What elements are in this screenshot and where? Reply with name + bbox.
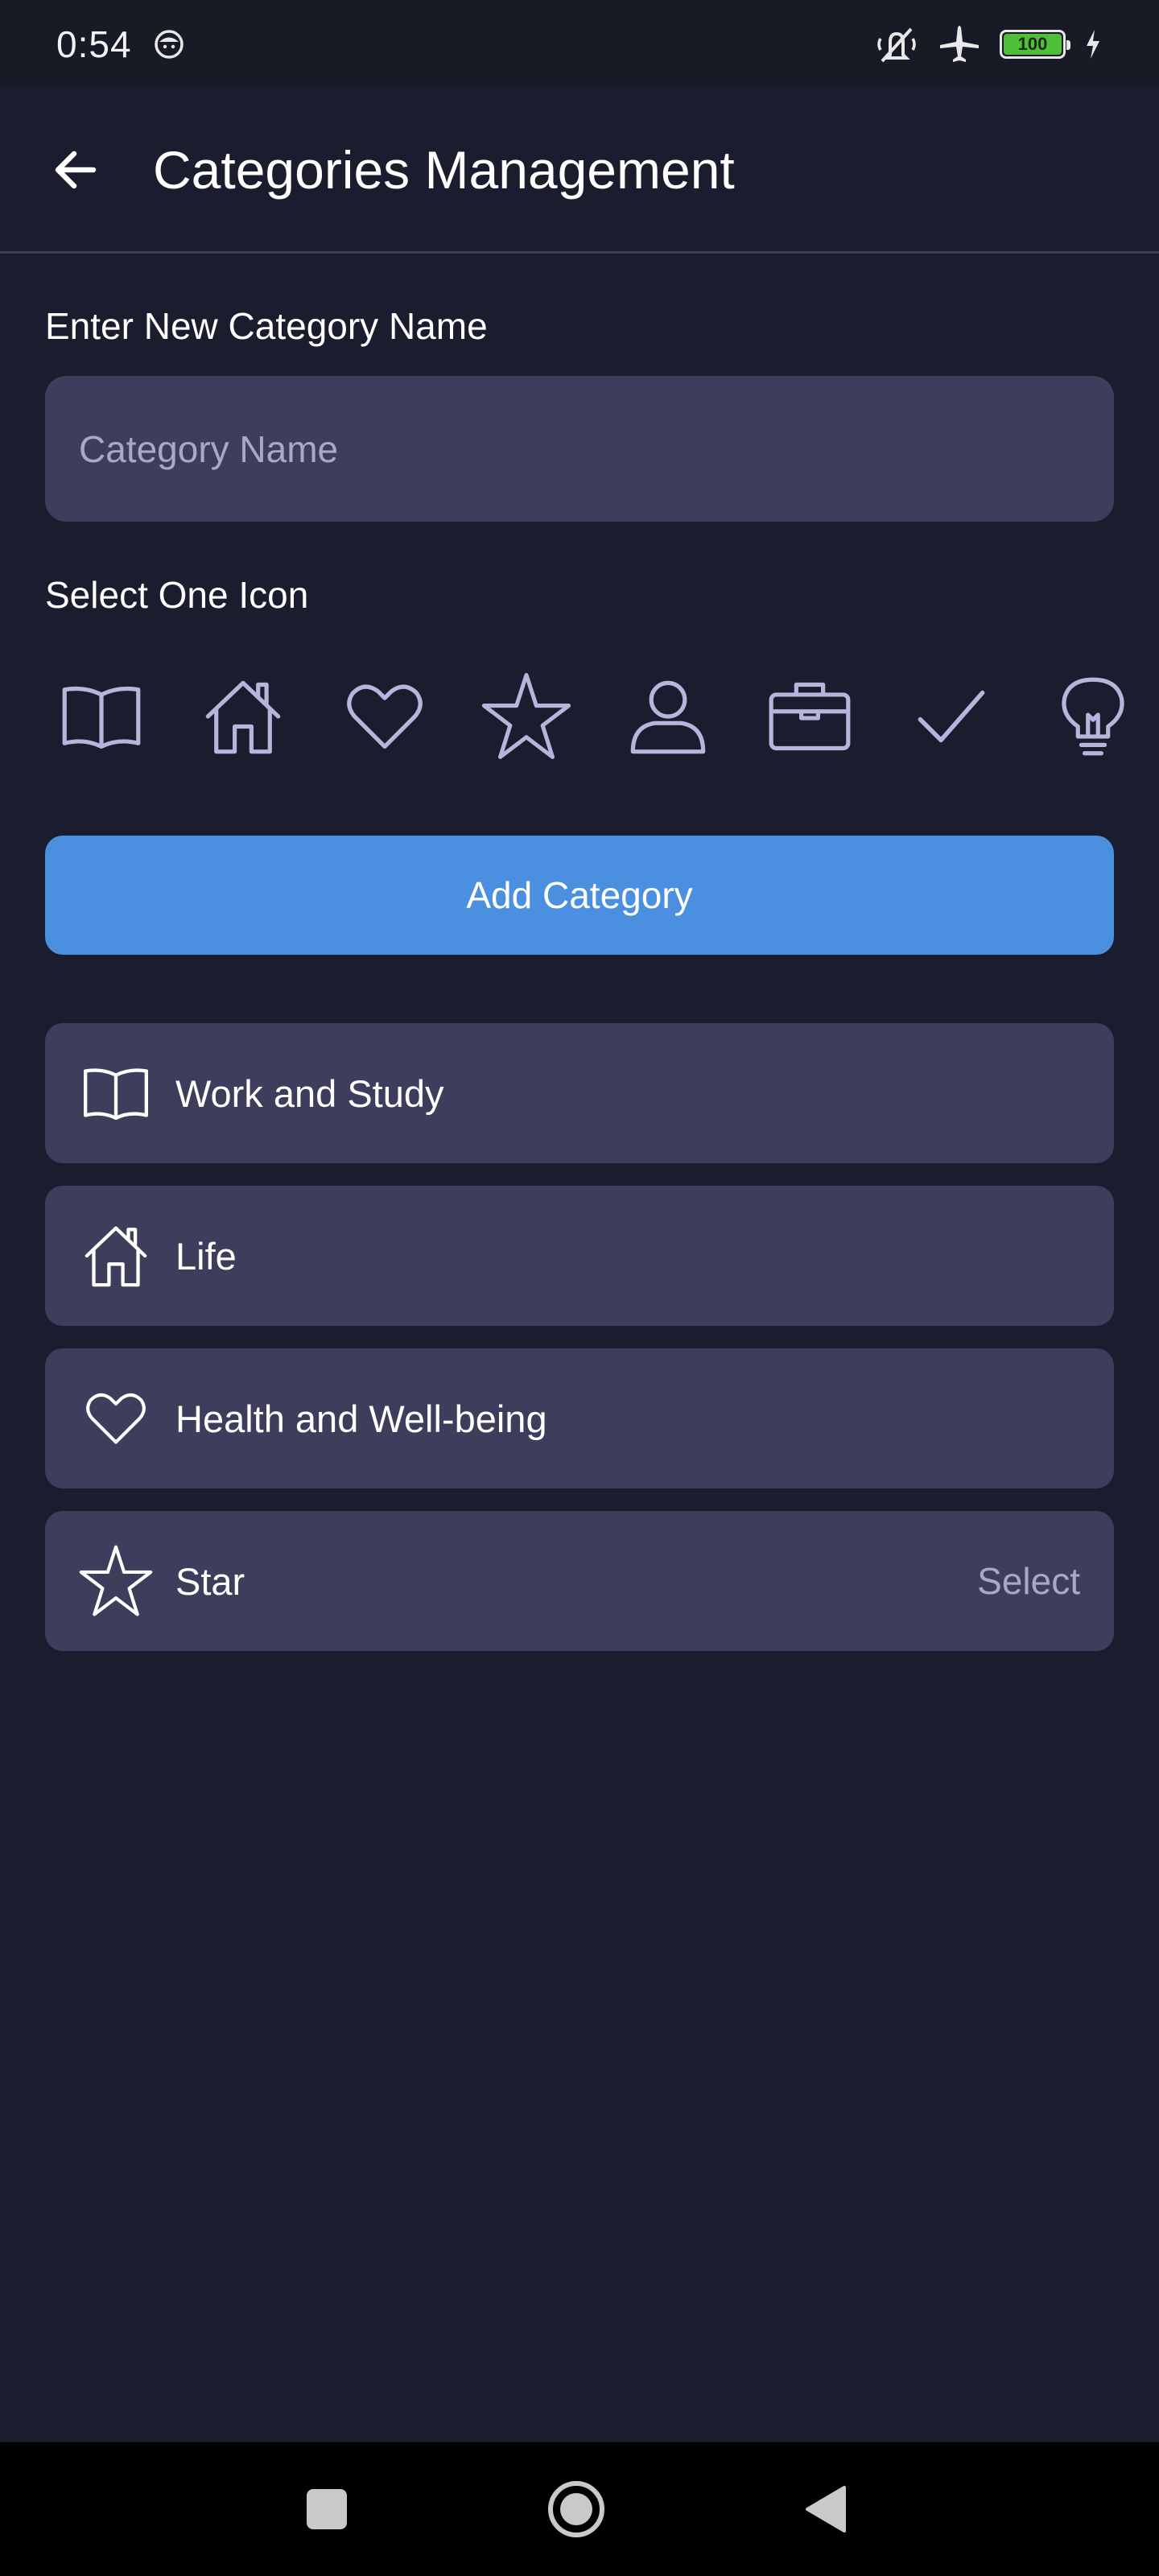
icon-option-heart[interactable]: [328, 660, 441, 773]
category-label: Work and Study: [175, 1071, 444, 1115]
icon-option-check[interactable]: [895, 660, 1008, 773]
status-icons: 100: [874, 24, 1103, 64]
home-icon: [76, 1216, 156, 1296]
icon-option-briefcase[interactable]: [753, 660, 866, 773]
home-circle-icon: [548, 2481, 604, 2537]
system-nav-bar: [0, 2442, 1159, 2576]
heart-icon: [76, 1378, 156, 1459]
category-label: Star: [175, 1559, 245, 1603]
icon-selector: [45, 660, 1159, 773]
battery-icon: 100: [1000, 30, 1070, 59]
category-label: Life: [175, 1234, 237, 1278]
briefcase-icon: [769, 682, 851, 751]
icon-option-star[interactable]: [470, 660, 583, 773]
home-icon: [205, 680, 281, 754]
icon-option-book[interactable]: [45, 660, 158, 773]
mute-icon: [877, 27, 916, 63]
status-time: 0:54: [56, 23, 132, 65]
person-icon: [630, 680, 706, 754]
check-icon: [918, 690, 985, 743]
home-button[interactable]: [536, 2469, 617, 2549]
arrow-left-icon: [55, 151, 97, 189]
page-title: Categories Management: [153, 140, 735, 200]
face-notification-icon: [154, 30, 184, 59]
category-item-work-and-study[interactable]: Work and Study: [45, 1023, 1114, 1163]
icon-option-home[interactable]: [187, 660, 299, 773]
star-icon: [481, 672, 571, 759]
icon-option-lightbulb[interactable]: [1037, 660, 1149, 773]
category-name-label: Enter New Category Name: [45, 305, 488, 347]
icon-option-person[interactable]: [612, 660, 724, 773]
app-bar: Categories Management: [0, 89, 1159, 254]
back-button[interactable]: [37, 131, 114, 208]
heart-icon: [347, 684, 423, 749]
category-name-input[interactable]: [45, 376, 1114, 522]
icon-select-label: Select One Icon: [45, 574, 309, 616]
airplane-mode-icon: [940, 26, 979, 62]
back-nav-button[interactable]: [786, 2469, 866, 2549]
add-category-button[interactable]: Add Category: [45, 836, 1114, 955]
charging-icon: [1087, 30, 1099, 59]
category-item-health-and-well-being[interactable]: Health and Well-being: [45, 1348, 1114, 1488]
star-icon: [76, 1541, 156, 1621]
status-bar: 0:54 100: [0, 0, 1159, 89]
lightbulb-icon: [1062, 677, 1124, 756]
select-button[interactable]: Select: [977, 1559, 1080, 1603]
battery-level: 100: [1004, 34, 1062, 55]
recent-apps-icon: [307, 2489, 347, 2529]
back-triangle-icon: [806, 2486, 846, 2533]
book-icon: [62, 686, 141, 749]
category-item-life[interactable]: Life: [45, 1186, 1114, 1326]
recent-apps-button[interactable]: [287, 2469, 367, 2549]
category-item-star[interactable]: Star Select: [45, 1511, 1114, 1651]
book-icon: [76, 1053, 156, 1133]
category-label: Health and Well-being: [175, 1397, 547, 1440]
